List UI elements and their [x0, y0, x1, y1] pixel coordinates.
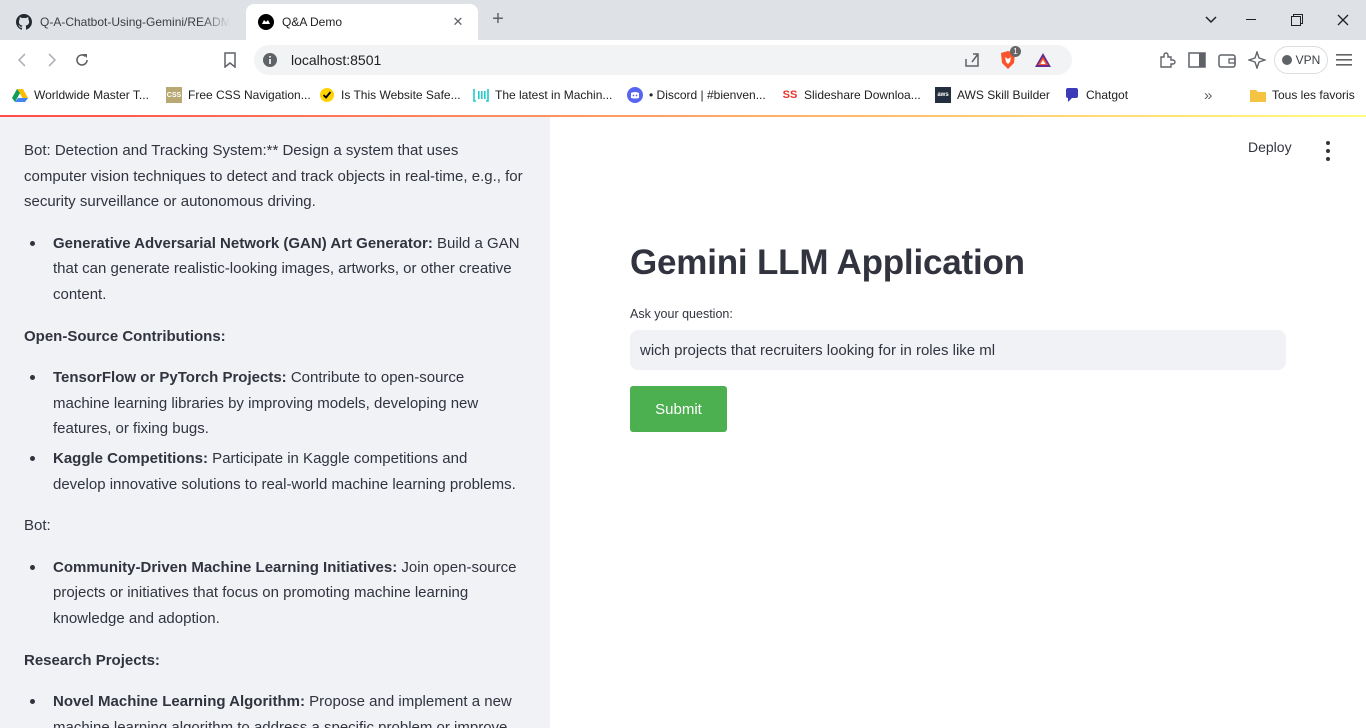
main-content: Deploy Gemini LLM Application Ask your q… — [550, 117, 1366, 728]
bookmark-item[interactable]: CSS Free CSS Navigation... — [166, 86, 311, 104]
folder-icon — [1250, 87, 1266, 103]
vpn-label: VPN — [1295, 53, 1321, 67]
discord-icon — [627, 87, 643, 103]
section-heading: Open-Source Contributions: — [24, 324, 524, 350]
bookmark-label: Tous les favoris — [1272, 88, 1355, 102]
bookmarks-folder-all[interactable]: Tous les favoris — [1250, 86, 1355, 104]
sidebar[interactable]: Bot: Detection and Tracking System:** De… — [0, 117, 550, 728]
list-item: TensorFlow or PyTorch Projects: Contribu… — [24, 365, 524, 442]
bullet-list: TensorFlow or PyTorch Projects: Contribu… — [24, 365, 524, 497]
bookmarks-overflow-button[interactable]: » — [1204, 86, 1212, 104]
close-tab-icon[interactable]: ✕ — [450, 14, 466, 30]
list-item-title: Generative Adversarial Network (GAN) Art… — [53, 234, 433, 252]
question-label: Ask your question: — [630, 307, 733, 321]
chat-history: Bot: Detection and Tracking System:** De… — [24, 138, 524, 728]
wallet-icon[interactable] — [1215, 48, 1239, 72]
bot-message: Bot: — [24, 517, 51, 535]
bookmark-label: Chatgot — [1086, 88, 1129, 102]
list-item-title: Kaggle Competitions: — [53, 449, 209, 467]
bookmark-item[interactable]: aws AWS Skill Builder — [935, 86, 1050, 104]
bot-message: Bot: Detection and Tracking System:** De… — [24, 142, 523, 211]
restore-button[interactable] — [1274, 0, 1320, 40]
bookmark-item[interactable]: Worldwide Master T... — [12, 86, 149, 104]
page-title: Gemini LLM Application — [630, 243, 1025, 282]
paperswithcode-icon — [473, 87, 489, 103]
new-tab-button[interactable]: + — [488, 9, 508, 29]
bookmark-label: AWS Skill Builder — [957, 88, 1050, 102]
site-info-icon[interactable] — [262, 52, 278, 68]
norton-check-icon — [319, 87, 335, 103]
bookmark-item[interactable]: Is This Website Safe... — [319, 86, 461, 104]
question-input[interactable] — [630, 330, 1286, 370]
tab-title: Q&A Demo — [282, 15, 343, 29]
tab-strip: Q-A-Chatbot-Using-Gemini/README.md Q&A D… — [0, 0, 1366, 40]
list-item: Kaggle Competitions: Participate in Kagg… — [24, 446, 524, 497]
chevron-double-right-icon: » — [1204, 86, 1213, 104]
sidebar-toggle-icon[interactable] — [1185, 48, 1209, 72]
section-heading-text: Research Projects: — [24, 651, 160, 669]
github-icon — [16, 14, 32, 30]
tab-title: Q-A-Chatbot-Using-Gemini/README.md — [40, 15, 230, 29]
forward-button[interactable] — [40, 48, 64, 72]
minimize-button[interactable] — [1228, 0, 1274, 40]
list-item: Community-Driven Machine Learning Initia… — [24, 555, 524, 632]
bullet-list: Generative Adversarial Network (GAN) Art… — [24, 231, 524, 308]
back-button[interactable] — [10, 48, 34, 72]
address-bar[interactable]: localhost:8501 — [254, 45, 1072, 75]
bookmark-item[interactable]: Chatgot — [1064, 86, 1128, 104]
list-item-title: TensorFlow or PyTorch Projects: — [53, 369, 287, 387]
deploy-button[interactable]: Deploy — [1248, 139, 1292, 155]
vpn-button[interactable]: VPN — [1274, 46, 1328, 74]
menu-icon[interactable] — [1332, 48, 1356, 72]
bookmark-label: Free CSS Navigation... — [188, 88, 311, 102]
aws-icon: aws — [935, 87, 951, 103]
bullet-list: Community-Driven Machine Learning Initia… — [24, 555, 524, 632]
section-heading-text: Open-Source Contributions: — [24, 327, 226, 345]
brave-rewards-icon[interactable] — [1031, 48, 1055, 72]
bookmark-label: Worldwide Master T... — [34, 88, 149, 102]
share-icon[interactable] — [960, 48, 984, 72]
bookmark-label: The latest in Machin... — [495, 88, 613, 102]
bullet-list: Novel Machine Learning Algorithm: Propos… — [24, 689, 524, 728]
slideshare-icon: SS — [782, 89, 798, 101]
close-window-button[interactable] — [1320, 0, 1366, 40]
list-item-title: Novel Machine Learning Algorithm: — [53, 693, 305, 711]
submit-button[interactable]: Submit — [630, 386, 727, 432]
more-options-icon[interactable] — [1316, 141, 1340, 161]
bookmark-label: Slideshare Downloa... — [804, 88, 921, 102]
bookmark-item[interactable]: The latest in Machin... — [473, 86, 612, 104]
bookmark-item[interactable]: • Discord | #bienven... — [627, 86, 766, 104]
tab-qa-demo[interactable]: Q&A Demo ✕ — [246, 4, 478, 40]
browser-toolbar: localhost:8501 1 VPN — [0, 40, 1366, 80]
extensions-icon[interactable] — [1155, 48, 1179, 72]
shields-badge: 1 — [1010, 46, 1021, 57]
url-text: localhost:8501 — [291, 52, 382, 68]
bookmarks-bar: Worldwide Master T... CSS Free CSS Navig… — [0, 80, 1366, 110]
leo-ai-icon[interactable] — [1245, 48, 1269, 72]
brave-shields-icon[interactable]: 1 — [996, 46, 1021, 72]
bookmark-item[interactable]: SS Slideshare Downloa... — [782, 86, 921, 104]
tab-github-readme[interactable]: Q-A-Chatbot-Using-Gemini/README.md — [4, 4, 242, 40]
section-heading: Research Projects: — [24, 648, 524, 674]
vpn-status-icon — [1281, 55, 1292, 65]
bookmark-icon[interactable] — [218, 48, 242, 72]
bookmark-label: Is This Website Safe... — [341, 88, 461, 102]
list-item: Generative Adversarial Network (GAN) Art… — [24, 231, 524, 308]
streamlit-icon — [258, 14, 274, 30]
list-item: Novel Machine Learning Algorithm: Propos… — [24, 689, 524, 728]
google-drive-icon — [12, 87, 28, 103]
list-item-title: Community-Driven Machine Learning Initia… — [53, 558, 398, 576]
chat-icon — [1064, 87, 1080, 103]
bookmark-label: • Discord | #bienven... — [649, 88, 766, 102]
css-icon: CSS — [166, 87, 182, 103]
reload-button[interactable] — [70, 48, 94, 72]
